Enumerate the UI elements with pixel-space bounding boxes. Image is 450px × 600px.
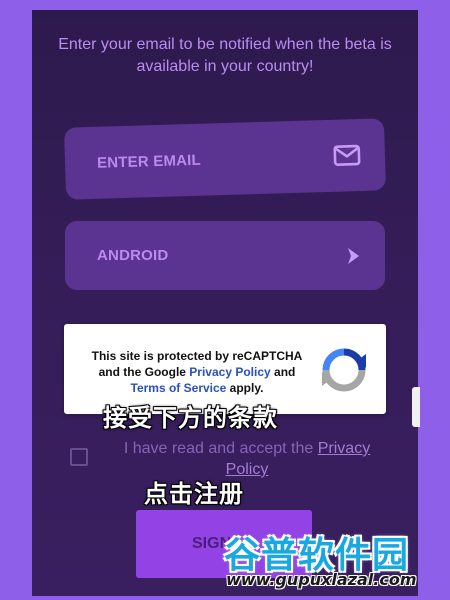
caption-click-signup: 点击注册 <box>144 481 244 508</box>
recaptcha-line2-pre: and the Google <box>98 365 190 379</box>
recaptcha-logo-icon <box>320 346 368 394</box>
recaptcha-line1: This site is protected by reCAPTCHA <box>91 349 303 363</box>
caption-accept-terms: 接受下方的条款 <box>103 405 278 432</box>
chevron-right-icon <box>345 246 361 266</box>
email-placeholder: ENTER EMAIL <box>96 151 202 172</box>
terms-of-service-link[interactable]: Terms of Service <box>131 381 227 395</box>
recaptcha-line2-post: and <box>270 365 296 379</box>
privacy-policy-link[interactable]: Privacy Policy <box>189 365 270 379</box>
watermark-url: www.gupuxlazal.com <box>226 570 417 589</box>
recaptcha-line3-post: apply. <box>226 381 264 395</box>
recaptcha-notice: This site is protected by reCAPTCHA and … <box>86 348 308 396</box>
platform-value: ANDROID <box>97 247 169 264</box>
intro-text: Enter your email to be notified when the… <box>58 36 392 75</box>
mail-icon <box>333 144 362 167</box>
accept-text-pre: I have read and accept the <box>123 440 318 457</box>
accept-checkbox[interactable] <box>70 448 88 466</box>
side-tab-handle[interactable] <box>412 387 420 427</box>
platform-select[interactable]: ANDROID <box>65 221 385 290</box>
watermark: 谷普软件园 www.gupuxlazal.com <box>224 526 420 596</box>
email-input[interactable]: ENTER EMAIL <box>64 118 386 200</box>
